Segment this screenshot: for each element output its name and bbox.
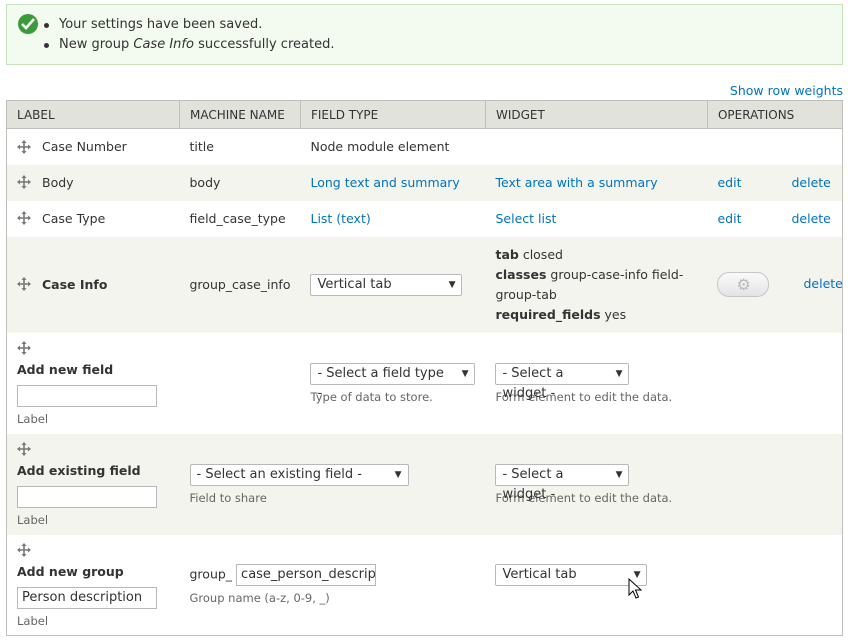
label-caption: Label [17,613,49,628]
group-name-input[interactable]: case_person_descriptio [236,564,377,587]
table-row: Body body Long text and summary Text are… [6,164,843,201]
header-machine-name: MACHINE NAME [179,100,301,129]
field-type-link[interactable]: List (text) [310,211,370,226]
header-widget: WIDGET [484,100,708,129]
add-existing-field-row: Add existing field Label - Select an exi… [6,433,843,535]
chevron-down-icon: ▼ [461,368,469,379]
group-label: Case Info [42,276,108,292]
delete-link[interactable]: delete [791,211,830,226]
field-type-select[interactable]: - Select a field type - ▼ [310,362,476,401]
mouse-cursor-icon [628,578,642,599]
message-group-created: New group Case Info successfully created… [43,35,334,55]
chevron-down-icon: ▼ [448,279,456,290]
header-label: LABEL [6,100,180,129]
drag-handle-icon[interactable] [17,139,31,154]
widget-select[interactable]: - Select a widget - ▼ [495,362,630,401]
field-type: Node module element [300,128,486,165]
drag-handle-icon[interactable] [17,441,31,456]
add-new-field-title: Add new field [17,361,114,377]
machine-name: body [179,164,301,201]
table-header: LABEL MACHINE NAME FIELD TYPE WIDGET OPE… [6,100,843,129]
widget-link[interactable]: Text area with a summary [495,175,657,190]
add-existing-field-title: Add existing field [17,462,141,478]
machine-name: title [179,128,301,165]
group-widget-select[interactable]: Vertical tab ▼ [495,564,648,587]
add-new-group-row: Add new group Person description Label g… [6,534,843,636]
existing-field-select[interactable]: - Select an existing field - ▼ [189,463,409,486]
chevron-down-icon: ▼ [615,469,623,480]
drag-handle-icon[interactable] [17,542,31,557]
field-label: Case Number [42,139,127,154]
add-new-field-row: Add new field Label - Select a field typ… [6,332,843,434]
field-type-link[interactable]: Long text and summary [310,175,459,190]
header-operations: OPERATIONS [706,100,843,129]
drag-handle-icon[interactable] [17,340,31,355]
gear-icon: ⚙ [736,275,751,294]
new-field-label-input[interactable] [17,384,157,407]
drag-handle-icon[interactable] [17,211,31,226]
drag-handle-icon[interactable] [17,175,31,190]
chevron-down-icon: ▼ [615,368,623,379]
header-field-type: FIELD TYPE [299,100,486,129]
drag-handle-icon[interactable] [17,277,31,292]
delete-link[interactable]: delete [791,175,830,190]
machine-name: group_case_info [179,236,301,333]
edit-link[interactable]: edit [717,175,741,190]
field-type-description: Type of data to store. [310,389,433,404]
show-row-weights-link[interactable]: Show row weights [730,83,843,98]
group-type-select[interactable]: Vertical tab ▼ [310,273,463,296]
label-caption: Label [17,512,49,527]
message-saved: Your settings have been saved. [43,15,334,35]
group-summary: tab closed classes group-case-info field… [485,236,708,333]
delete-link[interactable]: delete [803,276,842,291]
label-caption: Label [17,411,49,426]
chevron-down-icon: ▼ [394,469,402,480]
existing-field-description: Field to share [189,490,267,505]
machine-name: field_case_type [179,200,301,237]
existing-field-label-input[interactable] [17,485,157,508]
group-name-prefix: group_ [189,566,233,582]
field-label: Case Type [42,210,106,226]
edit-link[interactable]: edit [717,211,741,226]
new-group-label-input[interactable]: Person description [17,586,157,609]
widget-select[interactable]: - Select a widget - ▼ [495,463,630,502]
table-row-group: Case Info group_case_info Vertical tab ▼ … [6,236,843,333]
table-row: Case Type field_case_type List (text) Se… [6,200,843,237]
table-row: Case Number title Node module element [6,128,843,165]
widget-link[interactable]: Select list [495,211,556,226]
add-new-group-title: Add new group [17,563,124,579]
checkmark-icon [18,14,38,34]
status-message: Your settings have been saved. New group… [6,4,843,65]
field-label: Body [42,174,74,190]
group-settings-button[interactable]: ⚙ [717,272,770,297]
fields-table: LABEL MACHINE NAME FIELD TYPE WIDGET OPE… [6,100,843,636]
group-name-description: Group name (a-z, 0-9, _) [189,591,330,606]
